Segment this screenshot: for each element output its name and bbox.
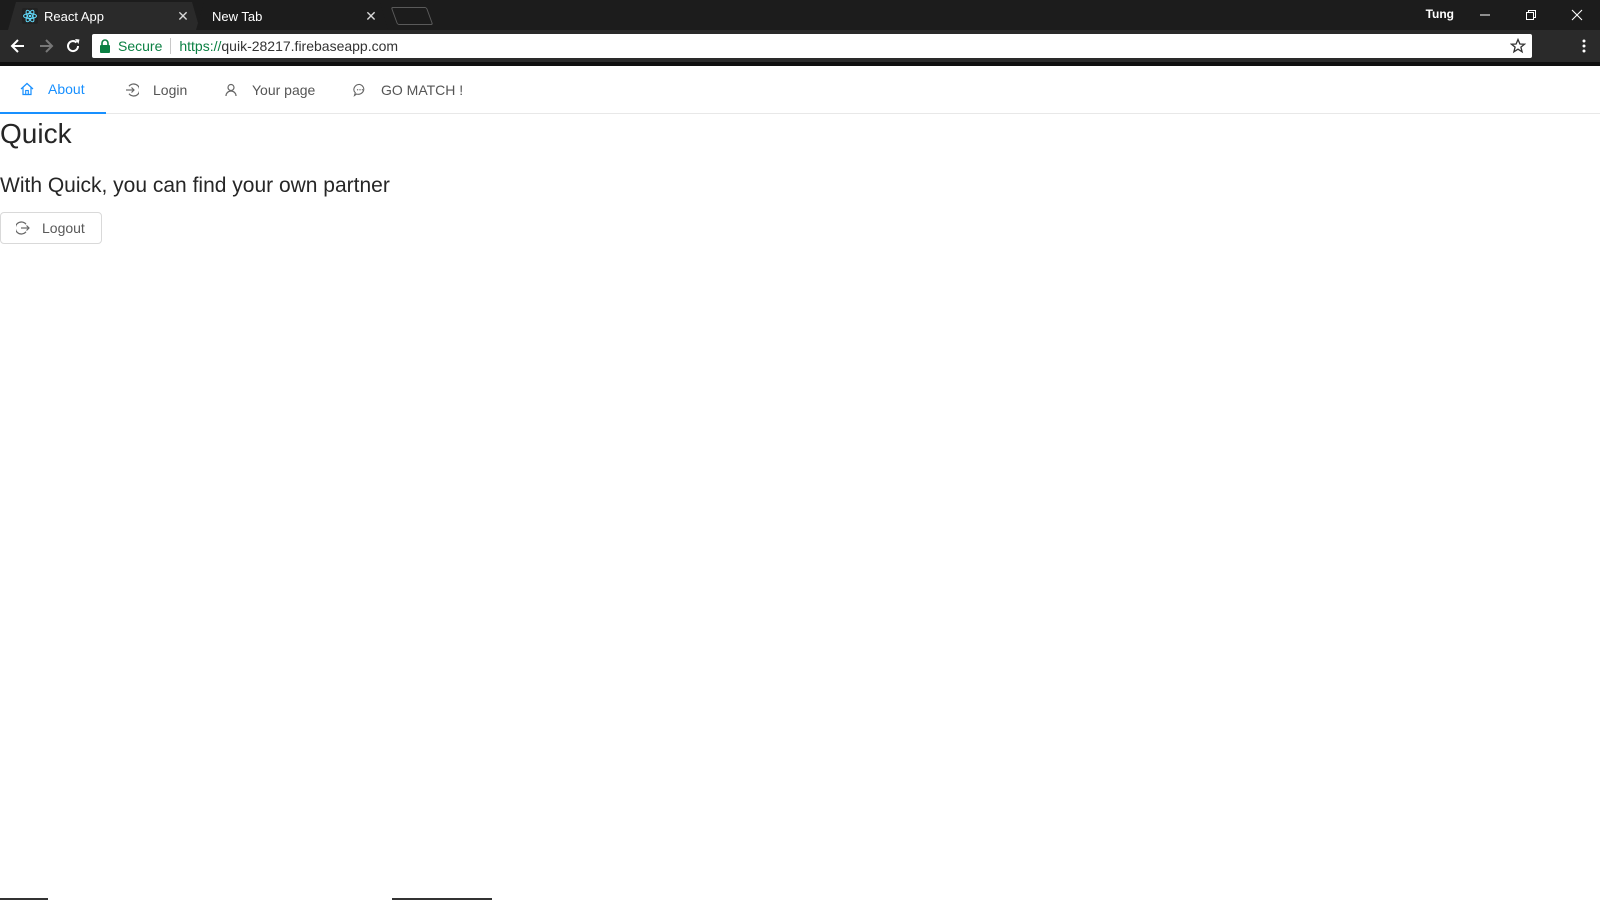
- secure-label: Secure: [118, 38, 163, 54]
- nav-item-label: About: [48, 81, 85, 97]
- user-icon: [224, 83, 238, 97]
- url-text: https://quik-28217.firebaseapp.com: [179, 38, 398, 54]
- back-arrow-icon[interactable]: [8, 36, 28, 56]
- minimize-icon[interactable]: [1462, 0, 1508, 30]
- page-title: Quick: [0, 118, 72, 149]
- page-subtitle: With Quick, you can find your own partne…: [0, 174, 390, 197]
- url-host: quik-28217.firebaseapp.com: [221, 38, 399, 54]
- nav-item-login[interactable]: Login: [125, 66, 187, 113]
- login-icon: [125, 82, 139, 97]
- logout-icon: [16, 221, 30, 235]
- tab-title: New Tab: [212, 8, 263, 24]
- message-icon: [353, 83, 367, 97]
- close-icon[interactable]: ✕: [362, 7, 380, 25]
- react-icon: [22, 8, 38, 24]
- nav-item-label: GO MATCH !: [381, 81, 464, 98]
- new-tab-button[interactable]: [390, 7, 434, 25]
- reload-icon[interactable]: [63, 36, 83, 56]
- tab-title: React App: [44, 8, 104, 24]
- nav-item-label: Your page: [252, 81, 316, 98]
- browser-titlebar: React App ✕ New Tab ✕ Tung: [0, 0, 1600, 30]
- lock-icon: [99, 39, 111, 53]
- tab-react-app[interactable]: React App ✕: [8, 2, 200, 30]
- window-close-icon[interactable]: [1554, 0, 1600, 30]
- close-icon[interactable]: ✕: [174, 7, 192, 25]
- nav-item-about[interactable]: About: [0, 66, 106, 114]
- omnibox-divider: [170, 38, 172, 54]
- nav-item-label: Login: [153, 81, 188, 98]
- restore-icon[interactable]: [1508, 0, 1554, 30]
- profile-name[interactable]: Tung: [1426, 7, 1454, 21]
- top-nav-menu: About Login Your page GO MATCH !: [0, 66, 1600, 114]
- bookmark-star-icon[interactable]: [1510, 38, 1526, 54]
- browser-menu-icon[interactable]: [1574, 36, 1594, 56]
- browser-toolbar: Secure https://quik-28217.firebaseapp.co…: [0, 30, 1600, 62]
- url-scheme: https://: [179, 38, 222, 54]
- page-viewport: About Login Your page GO MATCH ! Quick W…: [0, 66, 1600, 900]
- nav-item-your-page[interactable]: Your page: [224, 66, 315, 113]
- logout-button[interactable]: Logout: [0, 212, 102, 244]
- address-bar[interactable]: Secure https://quik-28217.firebaseapp.co…: [92, 34, 1532, 58]
- home-icon: [20, 82, 34, 96]
- tab-new-tab[interactable]: New Tab ✕: [196, 2, 388, 30]
- forward-arrow-icon[interactable]: [36, 36, 56, 56]
- logout-label: Logout: [42, 220, 85, 236]
- nav-item-go-match[interactable]: GO MATCH !: [353, 66, 463, 113]
